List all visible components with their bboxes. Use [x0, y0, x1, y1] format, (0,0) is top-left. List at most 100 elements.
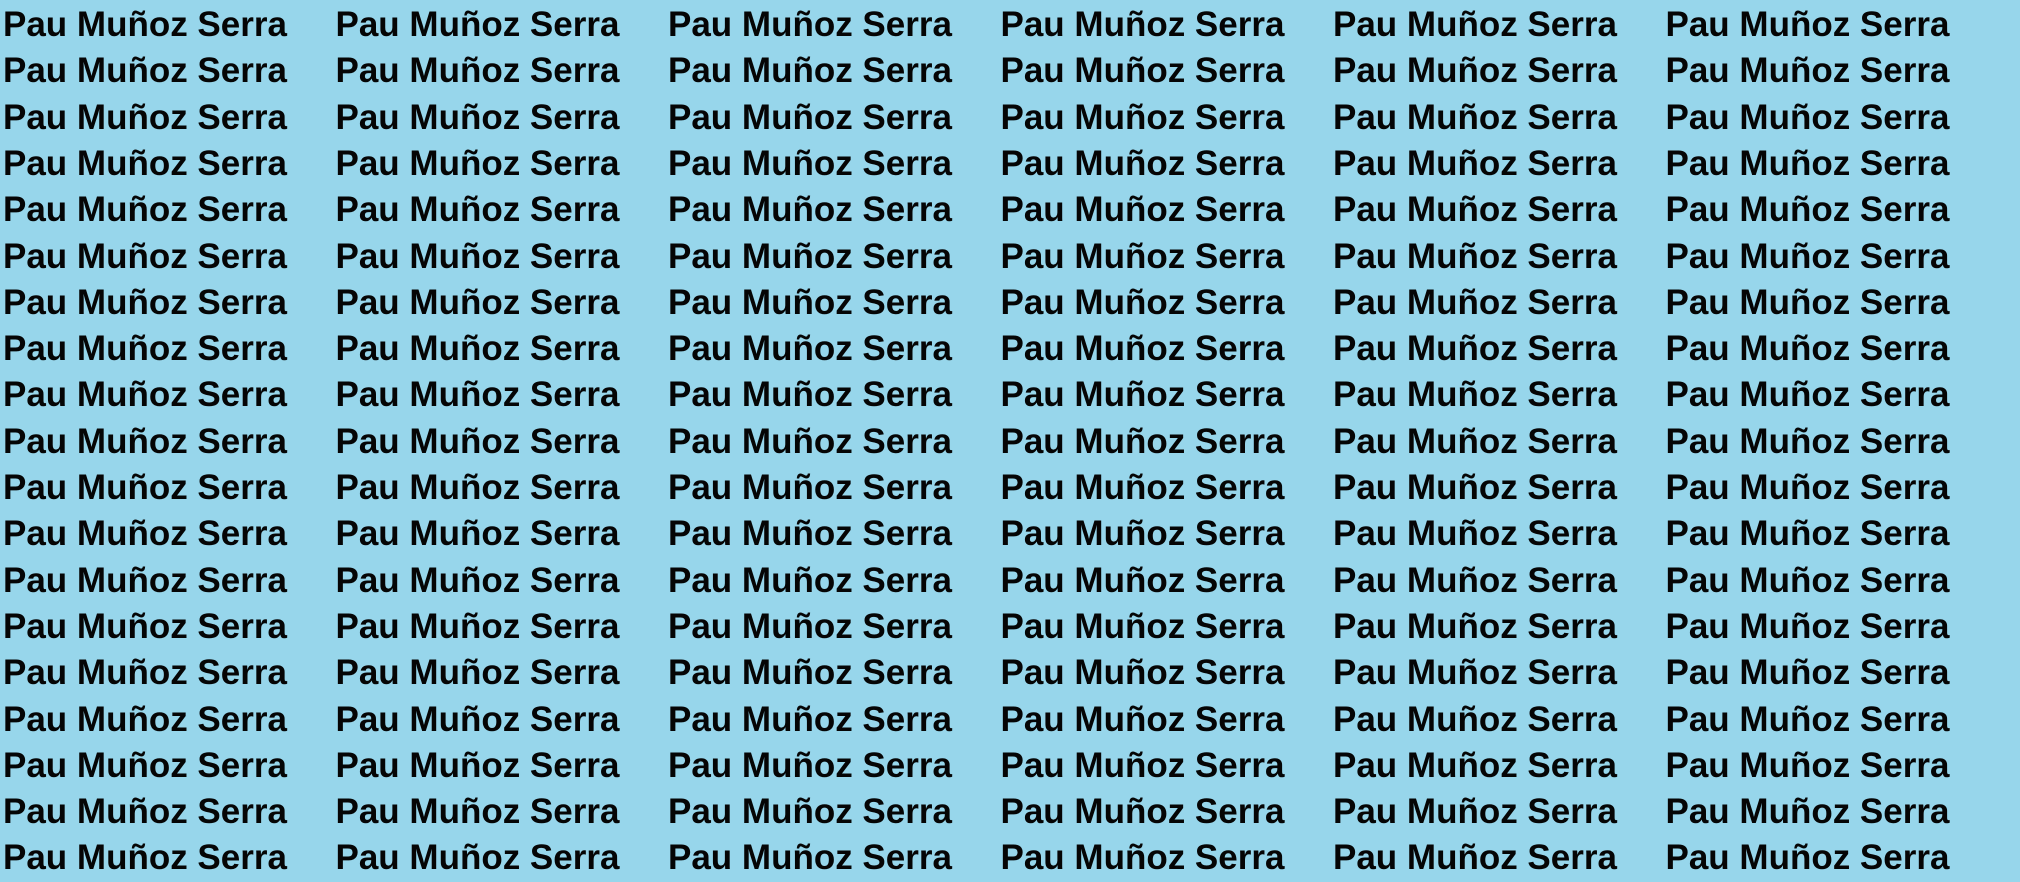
repeated-name-text: Pau Muñoz Serra	[3, 51, 287, 91]
repeated-name-text: Pau Muñoz Serra	[1665, 97, 1950, 137]
text-line: Pau Muñoz Serra Pau Muñoz Serra Pau Muñoz …	[3, 48, 2017, 94]
text-line: Pau Muñoz Serra Pau Muñoz Serra Pau Muñoz …	[3, 604, 2017, 650]
repeated-name-text: Pau Muñoz Serra	[1333, 699, 1617, 739]
repeated-name-text: Pau Muñoz Serra	[668, 653, 952, 693]
repeated-name-text: Pau Muñoz Serra	[1665, 560, 1950, 600]
repeated-name-text: Pau Muñoz Serra	[1665, 745, 1950, 785]
repeated-name-text: Pau Muñoz Serra	[1665, 421, 1950, 461]
text-line: Pau Muñoz Serra Pau Muñoz Serra Pau Muñoz …	[3, 234, 2017, 280]
text-line: Pau Muñoz Serra Pau Muñoz Serra Pau Muñoz …	[3, 835, 2017, 881]
repeated-name-text: Pau Muñoz Serra	[3, 143, 287, 183]
repeated-name-text: Pau Muñoz Serra	[1333, 838, 1617, 878]
repeated-name-text: Pau Muñoz Serra	[1665, 468, 1950, 507]
repeated-name-text: Pau Muñoz Serra	[3, 5, 287, 44]
repeated-name-text: Pau Muñoz Serra	[1000, 421, 1285, 461]
repeated-name-text: Pau Muñoz Serra	[668, 838, 952, 878]
repeated-name-text: Pau Muñoz Serra	[1000, 606, 1285, 646]
repeated-name-text: Pau Muñoz Serra	[1000, 236, 1285, 276]
repeated-name-text: Pau Muñoz Serra	[3, 375, 287, 415]
repeated-name-text: Pau Muñoz Serra	[3, 282, 287, 322]
repeated-name-text: Pau Muñoz Serra	[1000, 97, 1285, 137]
text-line: Pau Muñoz Serra Pau Muñoz Serra Pau Muñoz …	[3, 558, 2017, 604]
repeated-name-text: Pau Muñoz Serra	[1333, 97, 1617, 137]
repeated-name-text: Pau Muñoz Serra	[3, 97, 287, 137]
text-line: Pau Muñoz Serra Pau Muñoz Serra Pau Muñoz …	[3, 743, 2017, 789]
repeated-name-text: Pau Muñoz Serra	[1333, 421, 1617, 461]
repeated-name-text: Pau Muñoz Serra	[1333, 514, 1617, 554]
repeated-name-text: Pau Muñoz Serra	[1333, 468, 1617, 507]
repeated-name-text: Pau Muñoz Serra	[668, 468, 952, 507]
repeated-name-text: Pau Muñoz Serra	[1333, 236, 1617, 276]
repeated-name-text: Pau Muñoz Serra	[1665, 5, 1950, 44]
repeated-name-text: Pau Muñoz Serra	[335, 329, 620, 369]
text-line: Pau Muñoz Serra Pau Muñoz Serra Pau Muñoz …	[3, 697, 2017, 743]
repeated-name-text: Pau Muñoz Serra	[3, 699, 287, 739]
repeated-name-text: Pau Muñoz Serra	[1333, 190, 1617, 230]
repeated-name-text: Pau Muñoz Serra	[1000, 699, 1285, 739]
repeated-name-text: Pau Muñoz Serra	[1665, 236, 1950, 276]
repeated-name-text: Pau Muñoz Serra	[668, 282, 952, 322]
repeated-name-text: Pau Muñoz Serra	[1000, 5, 1285, 44]
repeated-name-text: Pau Muñoz Serra	[335, 5, 620, 44]
repeated-name-text: Pau Muñoz Serra	[3, 838, 287, 878]
repeated-name-text: Pau Muñoz Serra	[3, 236, 287, 276]
text-line: Pau Muñoz Serra Pau Muñoz Serra Pau Muñoz …	[3, 372, 2017, 418]
repeated-name-text: Pau Muñoz Serra	[1000, 838, 1285, 878]
repeated-name-text: Pau Muñoz Serra	[1000, 745, 1285, 785]
repeated-name-text: Pau Muñoz Serra	[335, 514, 620, 554]
repeated-name-text: Pau Muñoz Serra	[1000, 143, 1285, 183]
repeated-name-text: Pau Muñoz Serra	[1000, 514, 1285, 554]
repeated-name-text: Pau Muñoz Serra	[335, 653, 620, 693]
repeated-name-text: Pau Muñoz Serra	[1665, 282, 1950, 322]
repeated-name-text: Pau Muñoz Serra	[1000, 792, 1285, 832]
repeated-name-text: Pau Muñoz Serra	[1000, 329, 1285, 369]
repeated-name-text: Pau Muñoz Serra	[335, 375, 620, 415]
repeated-name-text: Pau Muñoz Serra	[335, 282, 620, 322]
text-line: Pau Muñoz Serra Pau Muñoz Serra Pau Muñoz …	[3, 419, 2017, 465]
repeated-name-text: Pau Muñoz Serra	[3, 329, 287, 369]
repeated-name-text: Pau Muñoz Serra	[1000, 468, 1285, 507]
repeated-name-text: Pau Muñoz Serra	[668, 51, 952, 91]
repeated-name-text: Pau Muñoz Serra	[668, 143, 952, 183]
repeated-name-text: Pau Muñoz Serra	[1333, 329, 1617, 369]
text-line: Pau Muñoz Serra Pau Muñoz Serra Pau Muñoz …	[3, 650, 2017, 696]
repeated-name-text: Pau Muñoz Serra	[1333, 5, 1617, 44]
repeated-name-text: Pau Muñoz Serra	[1665, 143, 1950, 183]
repeated-name-text: Pau Muñoz Serra	[1665, 190, 1950, 230]
text-pattern-canvas: Pau Muñoz Serra Pau Muñoz Serra Pau Muñoz …	[0, 0, 2020, 882]
repeated-name-text: Pau Muñoz Serra	[668, 421, 952, 461]
repeated-name-text: Pau Muñoz Serra	[668, 560, 952, 600]
text-line: Pau Muñoz Serra Pau Muñoz Serra Pau Muñoz …	[3, 789, 2017, 835]
repeated-name-text: Pau Muñoz Serra	[668, 97, 952, 137]
repeated-name-text: Pau Muñoz Serra	[1000, 51, 1285, 91]
repeated-name-text: Pau Muñoz Serra	[1333, 375, 1617, 415]
repeated-name-text: Pau Muñoz Serra	[1000, 190, 1285, 230]
repeated-name-text: Pau Muñoz Serra	[1665, 51, 1950, 91]
repeated-name-text: Pau Muñoz Serra	[3, 421, 287, 461]
repeated-name-text: Pau Muñoz Serra	[1665, 838, 1950, 878]
repeated-name-text: Pau Muñoz Serra	[335, 606, 620, 646]
repeated-name-text: Pau Muñoz Serra	[1665, 329, 1950, 369]
repeated-name-text: Pau Muñoz Serra	[335, 560, 620, 600]
text-line: Pau Muñoz Serra Pau Muñoz Serra Pau Muñoz …	[3, 141, 2017, 187]
repeated-name-text: Pau Muñoz Serra	[1333, 51, 1617, 91]
repeated-name-text: Pau Muñoz Serra	[668, 236, 952, 276]
text-line: Pau Muñoz Serra Pau Muñoz Serra Pau Muñoz …	[3, 280, 2017, 326]
repeated-name-text: Pau Muñoz Serra	[668, 329, 952, 369]
repeated-name-text: Pau Muñoz Serra	[1333, 792, 1617, 832]
repeated-name-text: Pau Muñoz Serra	[1000, 653, 1285, 693]
repeated-name-text: Pau Muñoz Serra	[1665, 375, 1950, 415]
text-line: Pau Muñoz Serra Pau Muñoz Serra Pau Muñoz …	[3, 511, 2017, 557]
text-line: Pau Muñoz Serra Pau Muñoz Serra Pau Muñoz …	[3, 2, 2017, 48]
repeated-name-lines: Pau Muñoz Serra Pau Muñoz Serra Pau Muñoz …	[0, 0, 2020, 882]
repeated-name-text: Pau Muñoz Serra	[668, 5, 952, 44]
repeated-name-text: Pau Muñoz Serra	[3, 792, 287, 832]
repeated-name-text: Pau Muñoz Serra	[1333, 606, 1617, 646]
repeated-name-text: Pau Muñoz Serra	[1333, 282, 1617, 322]
text-line: Pau Muñoz Serra Pau Muñoz Serra Pau Muñoz …	[3, 465, 2017, 511]
repeated-name-text: Pau Muñoz Serra	[3, 190, 287, 230]
text-line: Pau Muñoz Serra Pau Muñoz Serra Pau Muñoz …	[3, 187, 2017, 233]
text-line: Pau Muñoz Serra Pau Muñoz Serra Pau Muñoz …	[3, 326, 2017, 372]
repeated-name-text: Pau Muñoz Serra	[3, 606, 287, 646]
repeated-name-text: Pau Muñoz Serra	[1000, 375, 1285, 415]
